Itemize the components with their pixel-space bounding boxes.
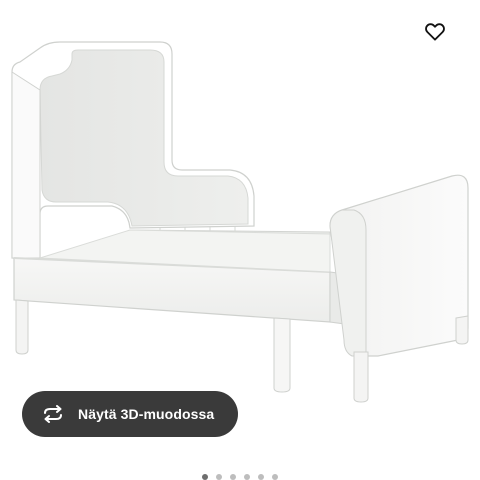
rotate-arrows-icon <box>40 404 66 424</box>
carousel-dot[interactable] <box>230 474 236 480</box>
carousel-dot[interactable] <box>258 474 264 480</box>
carousel-dot[interactable] <box>216 474 222 480</box>
heart-outline-icon <box>425 23 445 41</box>
carousel-dot[interactable] <box>244 474 250 480</box>
carousel-dot[interactable] <box>272 474 278 480</box>
view-3d-label: Näytä 3D-muodossa <box>78 406 215 422</box>
carousel-indicator <box>0 474 480 480</box>
carousel-dot[interactable] <box>202 474 208 480</box>
favourite-button[interactable] <box>418 14 452 48</box>
view-3d-button[interactable]: Näytä 3D-muodossa <box>22 391 238 437</box>
product-image-gallery: Näytä 3D-muodossa <box>0 0 480 480</box>
